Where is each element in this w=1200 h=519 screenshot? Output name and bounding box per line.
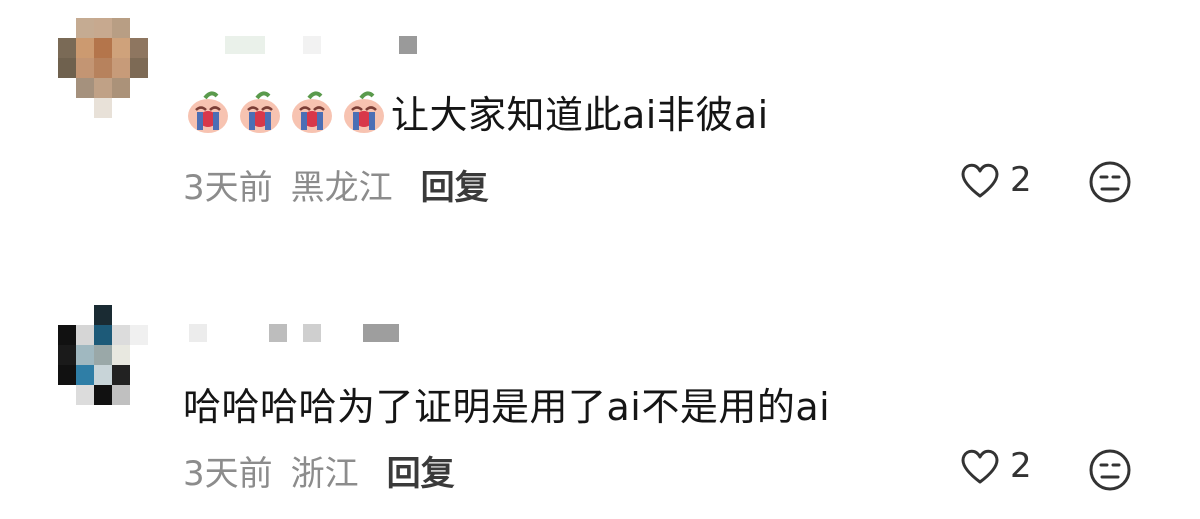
meh-face-icon[interactable] (1088, 448, 1132, 492)
reply-button[interactable]: 回复 (421, 168, 489, 208)
crying-peach-sticker-icon (188, 90, 228, 133)
comment-meta: 3天前 黑龙江 回复 (183, 160, 489, 209)
comment-body: 哈哈哈哈为了证明是用了ai不是用的ai (183, 385, 831, 429)
reply-button[interactable]: 回复 (387, 454, 455, 494)
comment-text: 哈哈哈哈为了证明是用了ai不是用的ai (183, 376, 830, 431)
comment-item: 让大家知道此ai非彼ai 3天前 黑龙江 回复 2 (0, 0, 1200, 260)
comment-location: 浙江 (290, 454, 359, 494)
sticker-group (183, 88, 391, 136)
like-count: 2 (1010, 446, 1032, 486)
like-button[interactable]: 2 (958, 160, 1032, 200)
avatar[interactable] (58, 305, 148, 405)
crying-peach-sticker-icon (240, 90, 280, 133)
crying-peach-sticker-icon (292, 90, 332, 133)
avatar[interactable] (58, 18, 148, 118)
comment-item: 哈哈哈哈为了证明是用了ai不是用的ai 3天前 浙江 回复 2 (0, 290, 1200, 519)
meh-face-icon[interactable] (1088, 160, 1132, 204)
crying-peach-sticker-icon (344, 90, 384, 133)
comment-time: 3天前 (183, 454, 273, 494)
heart-outline-icon (961, 163, 999, 198)
heart-outline-icon (961, 449, 999, 484)
comment-text: 让大家知道此ai非彼ai (183, 84, 769, 139)
like-button[interactable]: 2 (958, 446, 1032, 486)
comment-body: 让大家知道此ai非彼ai (391, 93, 769, 137)
comment-location: 黑龙江 (290, 168, 393, 208)
comment-meta: 3天前 浙江 回复 (183, 446, 455, 495)
comment-time: 3天前 (183, 168, 273, 208)
like-count: 2 (1010, 160, 1032, 200)
